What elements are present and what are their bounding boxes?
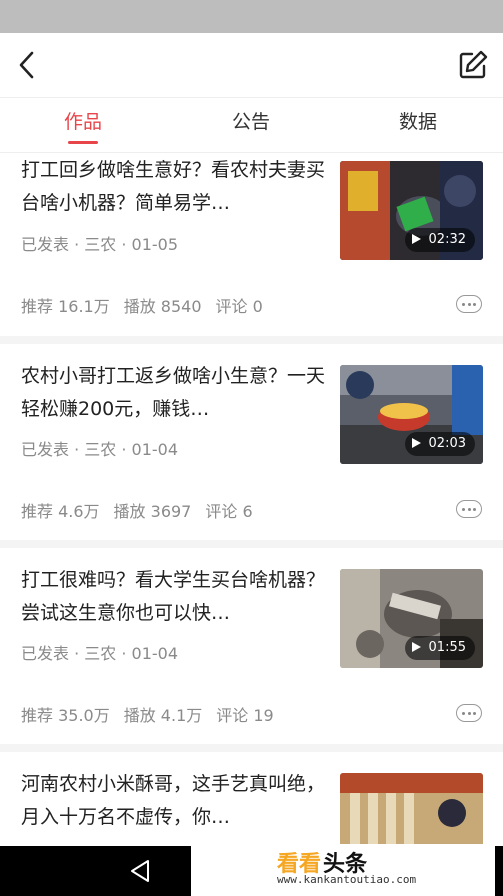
comment-count: 评论 6 — [205, 502, 253, 521]
watermark-url: www.kankantoutiao.com — [277, 873, 417, 886]
video-thumbnail[interactable]: 02:03 — [340, 365, 483, 464]
video-thumbnail[interactable] — [340, 773, 483, 846]
chevron-left-icon — [19, 51, 34, 79]
play-icon — [411, 642, 421, 652]
article-stats: 推荐 4.6万 播放 3697 评论 6 — [21, 498, 267, 522]
play-count: 播放 4.1万 — [123, 706, 203, 725]
system-back-button[interactable] — [128, 858, 154, 884]
recommend-count: 推荐 16.1万 — [21, 297, 110, 316]
comment-count: 评论 19 — [216, 706, 274, 725]
video-duration: 01:55 — [404, 636, 475, 660]
article-card[interactable]: 河南农村小米酥哥，这手艺真叫绝，月入十万名不虚传，你… — [0, 752, 503, 846]
article-card[interactable]: 打工回乡做啥生意好？看农村夫妻买台啥小机器？简单易学… 已发表 · 三农 · 0… — [0, 153, 503, 336]
comment-count: 评论 0 — [215, 297, 263, 316]
article-stats: 推荐 35.0万 播放 4.1万 评论 19 — [21, 702, 288, 726]
recommend-count: 推荐 35.0万 — [21, 706, 110, 725]
back-button[interactable] — [12, 47, 46, 83]
top-bar — [0, 33, 503, 97]
article-stats: 推荐 16.1万 播放 8540 评论 0 — [21, 293, 277, 317]
article-card[interactable]: 农村小哥打工返乡做啥小生意？一天轻松赚200元，赚钱… 已发表 · 三农 · 0… — [0, 344, 503, 540]
more-options-button[interactable] — [456, 295, 482, 313]
article-title[interactable]: 打工很难吗？看大学生买台啥机器？尝试这生意你也可以快… — [21, 564, 331, 630]
video-thumbnail[interactable]: 02:32 — [340, 161, 483, 260]
video-thumbnail[interactable]: 01:55 — [340, 569, 483, 668]
play-icon — [411, 234, 421, 244]
play-icon — [411, 438, 421, 448]
play-count: 播放 3697 — [113, 502, 192, 521]
play-count: 播放 8540 — [123, 297, 202, 316]
status-bar — [0, 0, 503, 33]
article-card[interactable]: 打工很难吗？看大学生买台啥机器？尝试这生意你也可以快… 已发表 · 三农 · 0… — [0, 548, 503, 744]
article-feed[interactable]: 打工回乡做啥生意好？看农村夫妻买台啥小机器？简单易学… 已发表 · 三农 · 0… — [0, 153, 503, 846]
more-options-button[interactable] — [456, 704, 482, 722]
thumbnail-image — [340, 773, 483, 846]
active-tab-indicator — [68, 141, 98, 144]
article-title[interactable]: 农村小哥打工返乡做啥小生意？一天轻松赚200元，赚钱… — [21, 360, 331, 426]
article-meta: 已发表 · 三农 · 01-04 — [21, 644, 179, 663]
watermark: 看看头条 www.kankantoutiao.com — [191, 844, 495, 896]
recommend-count: 推荐 4.6万 — [21, 502, 100, 521]
article-title[interactable]: 河南农村小米酥哥，这手艺真叫绝，月入十万名不虚传，你… — [21, 768, 331, 834]
edit-button[interactable] — [455, 47, 491, 83]
article-meta: 已发表 · 三农 · 01-05 — [21, 235, 179, 254]
triangle-back-icon — [131, 860, 149, 882]
tab-announcements[interactable]: 公告 — [191, 98, 311, 152]
edit-square-icon — [459, 50, 488, 79]
article-meta: 已发表 · 三农 · 01-04 — [21, 440, 179, 459]
video-duration: 02:32 — [404, 228, 475, 252]
video-duration: 02:03 — [404, 432, 475, 456]
tab-bar: 作品 公告 数据 — [0, 97, 503, 153]
tab-data[interactable]: 数据 — [358, 98, 478, 152]
more-options-button[interactable] — [456, 500, 482, 518]
article-title[interactable]: 打工回乡做啥生意好？看农村夫妻买台啥小机器？简单易学… — [21, 154, 331, 220]
